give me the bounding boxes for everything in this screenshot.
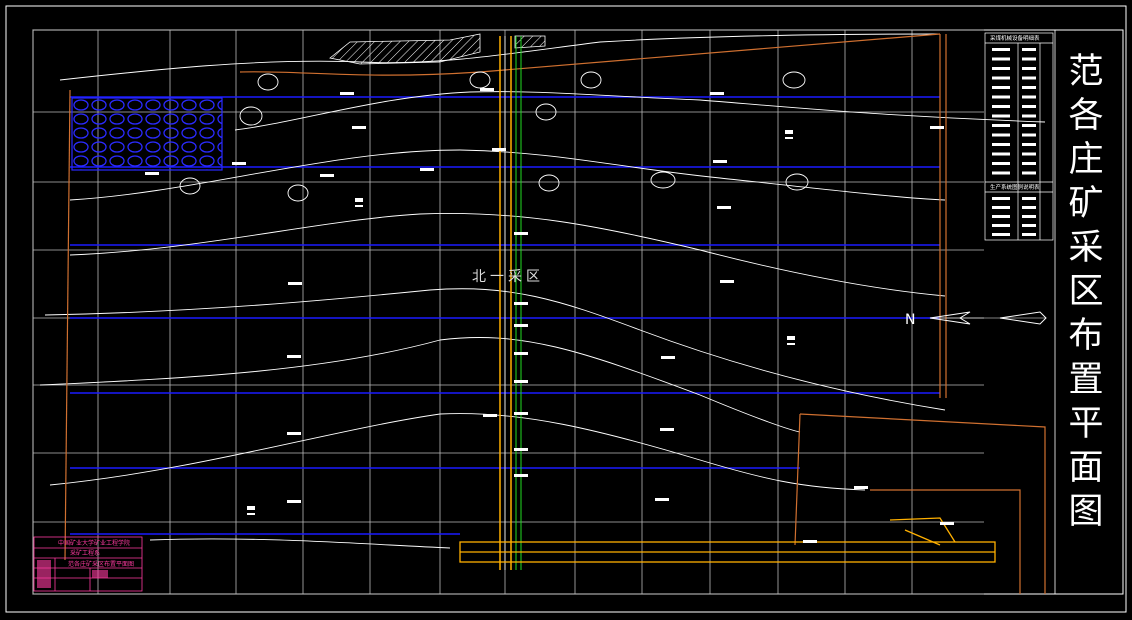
title-char: 布	[1068, 316, 1104, 356]
goaf-area	[71, 97, 223, 171]
legend-text	[1022, 67, 1036, 70]
title-char: 区	[1068, 272, 1104, 312]
level-label-box	[288, 282, 302, 285]
legend-text	[1022, 152, 1036, 156]
title-block-line3: 范各庄矿采区布置平面图	[68, 560, 134, 568]
level-label-box	[713, 160, 727, 163]
legend-symbol	[992, 114, 1010, 118]
level-label-box	[483, 414, 497, 417]
legend-symbol	[992, 133, 1010, 137]
legend-symbol	[992, 143, 1010, 146]
bottom-main-roadway	[459, 517, 996, 563]
legend-symbol	[992, 124, 1010, 127]
title-block-line2: 采矿工程系	[70, 549, 100, 557]
level-label-box	[717, 206, 731, 209]
title-char: 置	[1068, 360, 1104, 400]
title-char: 平	[1068, 404, 1104, 444]
legend-symbol	[992, 162, 1010, 165]
north-arrow: N	[905, 311, 1047, 328]
level-label-box	[854, 486, 868, 489]
legend-rows	[992, 48, 1036, 236]
cad-drawing: N 北一采区 采煤机械设备明细表 生产系统图例说明表 中国矿业大学矿业工程学院 …	[5, 5, 1127, 613]
title-char: 庄	[1068, 140, 1104, 180]
title-char: 矿	[1068, 184, 1104, 224]
level-label-box	[352, 126, 366, 129]
level-label-box	[514, 474, 528, 477]
title-char: 采	[1068, 228, 1104, 268]
legend-symbol	[992, 197, 1010, 200]
legend-symbol	[992, 215, 1010, 218]
legend-symbol	[992, 224, 1010, 227]
legend-symbol	[992, 152, 1010, 156]
level-label-box	[145, 172, 159, 175]
legend-symbol	[992, 76, 1010, 80]
level-label-box	[514, 302, 528, 305]
legend-text	[1022, 197, 1036, 200]
level-label-box	[655, 498, 669, 501]
level-label-box	[803, 540, 817, 543]
level-label-box	[720, 280, 734, 283]
legend-text	[1022, 162, 1036, 165]
level-label-box	[492, 148, 506, 151]
level-label-box	[930, 126, 944, 129]
level-label-box	[287, 500, 301, 503]
title-char: 图	[1068, 492, 1104, 532]
legend-text	[1022, 215, 1036, 218]
level-label-box	[514, 232, 528, 235]
title-char: 各	[1068, 96, 1104, 136]
legend-symbol	[992, 86, 1010, 89]
legend-symbol	[992, 57, 1010, 61]
level-label-box	[514, 448, 528, 451]
level-label-box	[660, 428, 674, 431]
legend-text	[1022, 224, 1036, 227]
level-label-box	[514, 352, 528, 355]
legend-text	[1022, 105, 1036, 108]
level-label-box	[320, 174, 334, 177]
legend-text	[1022, 76, 1036, 80]
legend-symbol	[992, 48, 1010, 51]
title-char: 范	[1068, 52, 1104, 92]
legend-text	[1022, 95, 1036, 99]
drawing-title: 范各庄矿采区布置平面图	[1060, 50, 1112, 534]
level-label-box	[340, 92, 354, 95]
outcrop-hatch-right	[514, 35, 546, 49]
legend-text	[1022, 143, 1036, 146]
legend-text	[1022, 206, 1036, 209]
level-label-box	[710, 92, 724, 95]
legend-text	[1022, 124, 1036, 127]
legend-symbol	[992, 206, 1010, 209]
legend-top-title: 采煤机械设备明细表	[990, 34, 1040, 42]
level-label-box	[661, 356, 675, 359]
legend-text	[1022, 48, 1036, 51]
legend-text	[1022, 233, 1036, 236]
legend-text	[1022, 114, 1036, 118]
legend-symbol	[992, 233, 1010, 236]
level-label-box	[480, 88, 494, 91]
level-label-box	[940, 522, 954, 525]
legend-symbol	[992, 105, 1010, 108]
level-label-box	[420, 168, 434, 171]
level-label-box	[232, 162, 246, 165]
legend-text	[1022, 133, 1036, 137]
level-label-box	[514, 380, 528, 383]
level-label-box	[514, 412, 528, 415]
title-block-line1: 中国矿业大学矿业工程学院	[58, 539, 130, 547]
legend-symbol	[992, 95, 1010, 99]
north-label: N	[905, 312, 915, 328]
legend-bottom-title: 生产系统图例说明表	[990, 183, 1040, 191]
legend-symbol	[992, 67, 1010, 70]
level-label-box	[514, 324, 528, 327]
legend-text	[1022, 57, 1036, 61]
area-label: 北一采区	[472, 269, 544, 285]
legend-text	[1022, 86, 1036, 89]
legend-text	[1022, 171, 1036, 175]
title-char: 面	[1068, 448, 1104, 488]
level-label-box	[287, 355, 301, 358]
legend-symbol	[992, 171, 1010, 175]
level-label-box	[287, 432, 301, 435]
